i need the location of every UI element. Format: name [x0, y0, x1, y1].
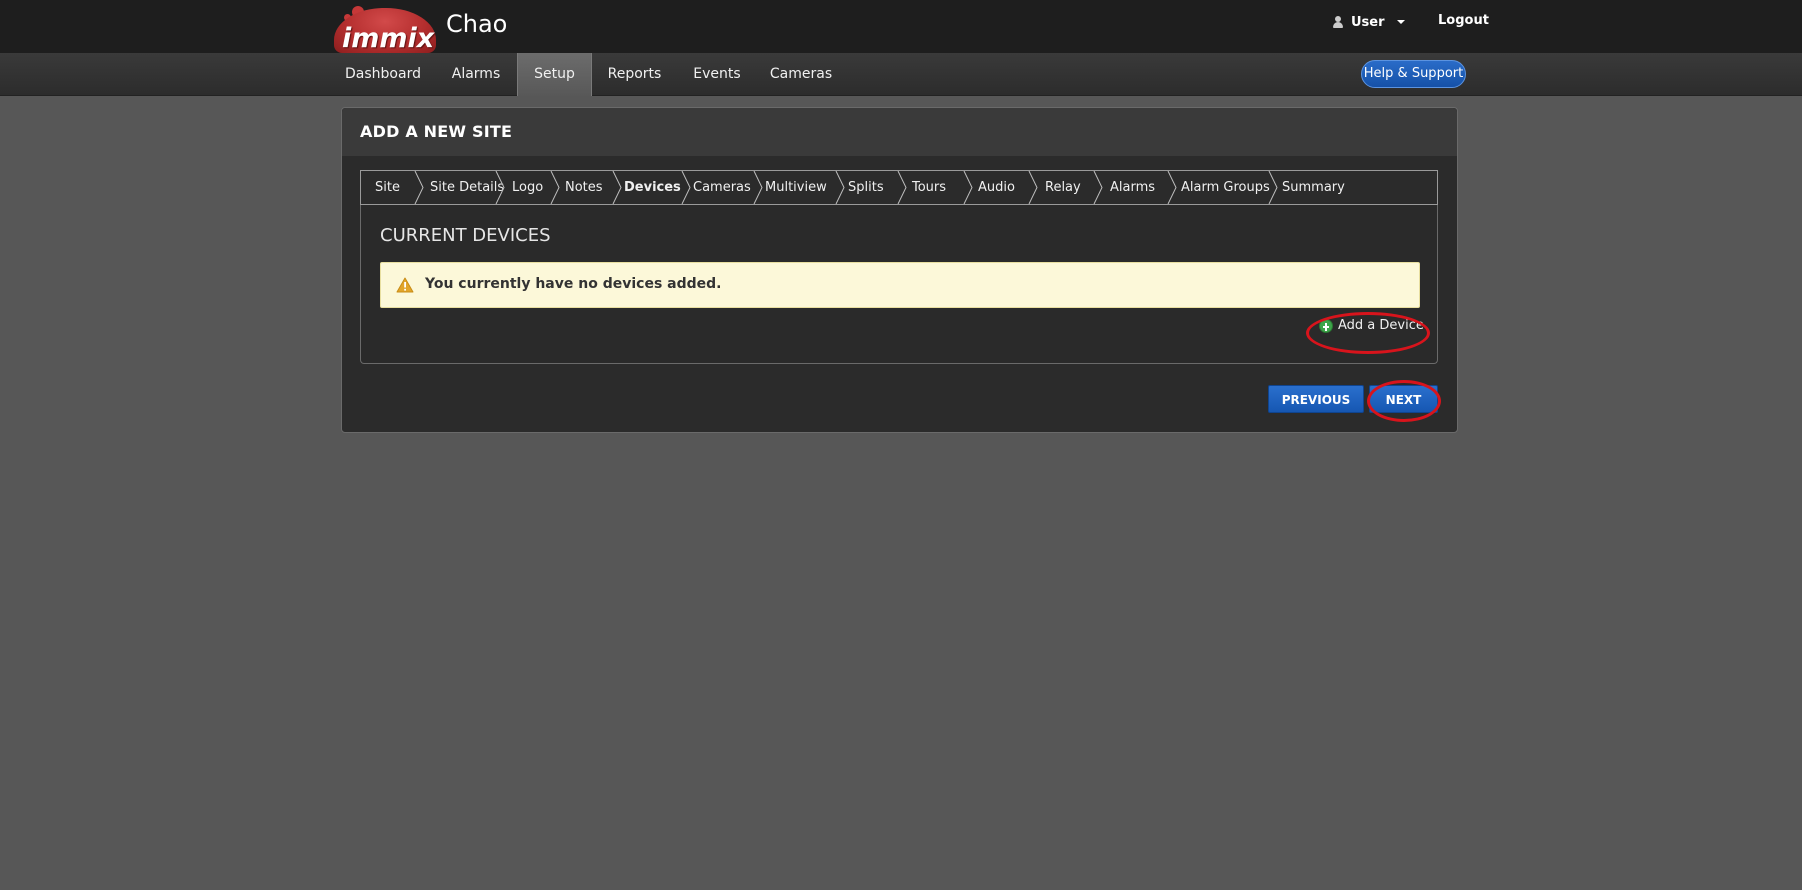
step-notes[interactable]: Notes	[565, 171, 603, 204]
logout-link[interactable]: Logout	[1438, 13, 1489, 28]
panel-header: ADD A NEW SITE	[342, 108, 1457, 156]
panel-title: ADD A NEW SITE	[360, 122, 513, 141]
nav-alarms[interactable]: Alarms	[441, 53, 511, 96]
step-alarms[interactable]: Alarms	[1110, 171, 1155, 204]
wizard-steps: Site Site Details Logo Notes Devices Cam…	[360, 170, 1438, 205]
section-title: CURRENT DEVICES	[380, 225, 551, 246]
top-bar: immix Chao User Logout	[0, 0, 1802, 54]
user-icon	[1332, 16, 1343, 28]
step-devices[interactable]: Devices	[624, 171, 681, 204]
nav-dashboard[interactable]: Dashboard	[339, 53, 427, 96]
user-menu[interactable]: User	[1332, 13, 1405, 31]
step-separator-icon	[612, 171, 622, 204]
step-separator-icon	[897, 171, 907, 204]
step-splits[interactable]: Splits	[848, 171, 884, 204]
annotation-ring	[1306, 312, 1430, 354]
app-title: Chao	[446, 10, 508, 38]
step-separator-icon	[1268, 171, 1278, 204]
help-support-button[interactable]: Help & Support	[1361, 60, 1466, 88]
step-tours[interactable]: Tours	[912, 171, 946, 204]
step-alarm-groups[interactable]: Alarm Groups	[1181, 171, 1270, 204]
step-cameras[interactable]: Cameras	[693, 171, 751, 204]
step-relay[interactable]: Relay	[1045, 171, 1081, 204]
add-site-panel: ADD A NEW SITE Site Site Details Logo No…	[341, 107, 1458, 433]
devices-content: CURRENT DEVICES You currently have no de…	[360, 205, 1438, 364]
step-separator-icon	[835, 171, 845, 204]
nav-cameras[interactable]: Cameras	[768, 53, 834, 96]
warning-icon	[396, 277, 414, 293]
step-audio[interactable]: Audio	[978, 171, 1015, 204]
step-separator-icon	[1093, 171, 1103, 204]
step-separator-icon	[963, 171, 973, 204]
step-site-details[interactable]: Site Details	[430, 171, 504, 204]
nav-events[interactable]: Events	[685, 53, 749, 96]
main-nav: Dashboard Alarms Setup Reports Events Ca…	[0, 53, 1802, 96]
step-separator-icon	[753, 171, 763, 204]
step-separator-icon	[414, 171, 424, 204]
step-logo[interactable]: Logo	[512, 171, 543, 204]
step-separator-icon	[1028, 171, 1038, 204]
step-separator-icon	[495, 171, 505, 204]
chevron-down-icon	[1396, 20, 1405, 24]
step-separator-icon	[1167, 171, 1177, 204]
step-site[interactable]: Site	[375, 171, 400, 204]
user-label: User	[1351, 14, 1385, 30]
immix-logo[interactable]: immix	[334, 4, 436, 54]
nav-setup[interactable]: Setup	[517, 53, 592, 96]
annotation-ring	[1367, 380, 1441, 422]
logo-text: immix	[342, 23, 435, 54]
previous-button[interactable]: PREVIOUS	[1268, 385, 1364, 413]
step-summary[interactable]: Summary	[1282, 171, 1345, 204]
nav-reports[interactable]: Reports	[602, 53, 667, 96]
step-separator-icon	[681, 171, 691, 204]
warning-alert: You currently have no devices added.	[380, 262, 1420, 308]
alert-message: You currently have no devices added.	[425, 276, 722, 292]
step-separator-icon	[550, 171, 560, 204]
step-multiview[interactable]: Multiview	[765, 171, 827, 204]
